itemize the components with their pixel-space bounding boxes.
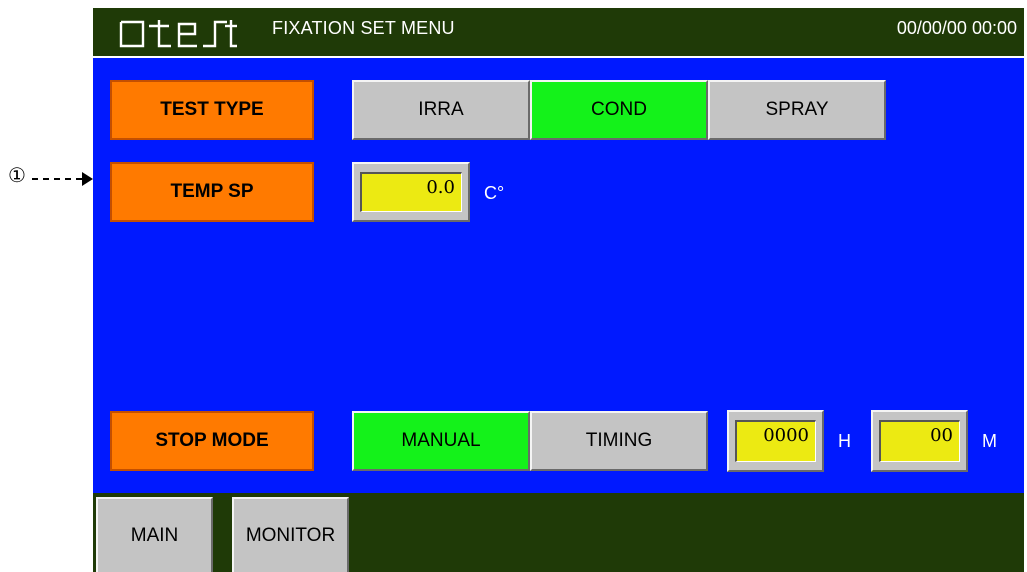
minutes-value[interactable]: 00 [879, 420, 960, 462]
minutes-field[interactable]: 00 [871, 410, 968, 472]
annotation-dashed-line [32, 178, 82, 180]
manual-button[interactable]: MANUAL [352, 411, 530, 471]
stop-mode-label: STOP MODE [110, 411, 314, 471]
qtest-logo: qtest [119, 20, 237, 48]
temp-unit: C° [484, 183, 505, 203]
test-type-label: TEST TYPE [110, 80, 314, 140]
tab-main[interactable]: MAIN [96, 497, 213, 572]
tab-monitor[interactable]: MONITOR [232, 497, 349, 572]
temp-sp-label: TEMP SP [110, 162, 314, 222]
annotation-number: ① [8, 163, 26, 187]
temp-sp-field[interactable]: 0.0 [352, 162, 470, 222]
hours-unit: H [838, 431, 851, 451]
cond-button[interactable]: COND [530, 80, 708, 140]
timing-button[interactable]: TIMING [530, 411, 708, 471]
temp-sp-value[interactable]: 0.0 [360, 172, 462, 212]
datetime-display: 00/00/00 00:00 [896, 18, 1017, 38]
hours-field[interactable]: 0000 [727, 410, 824, 472]
spray-button[interactable]: SPRAY [708, 80, 886, 140]
page-title: FIXATION SET MENU [272, 18, 455, 38]
minutes-unit: M [982, 431, 997, 451]
hours-value[interactable]: 0000 [735, 420, 816, 462]
annotation-arrow-icon [82, 172, 93, 186]
irra-button[interactable]: IRRA [352, 80, 530, 140]
